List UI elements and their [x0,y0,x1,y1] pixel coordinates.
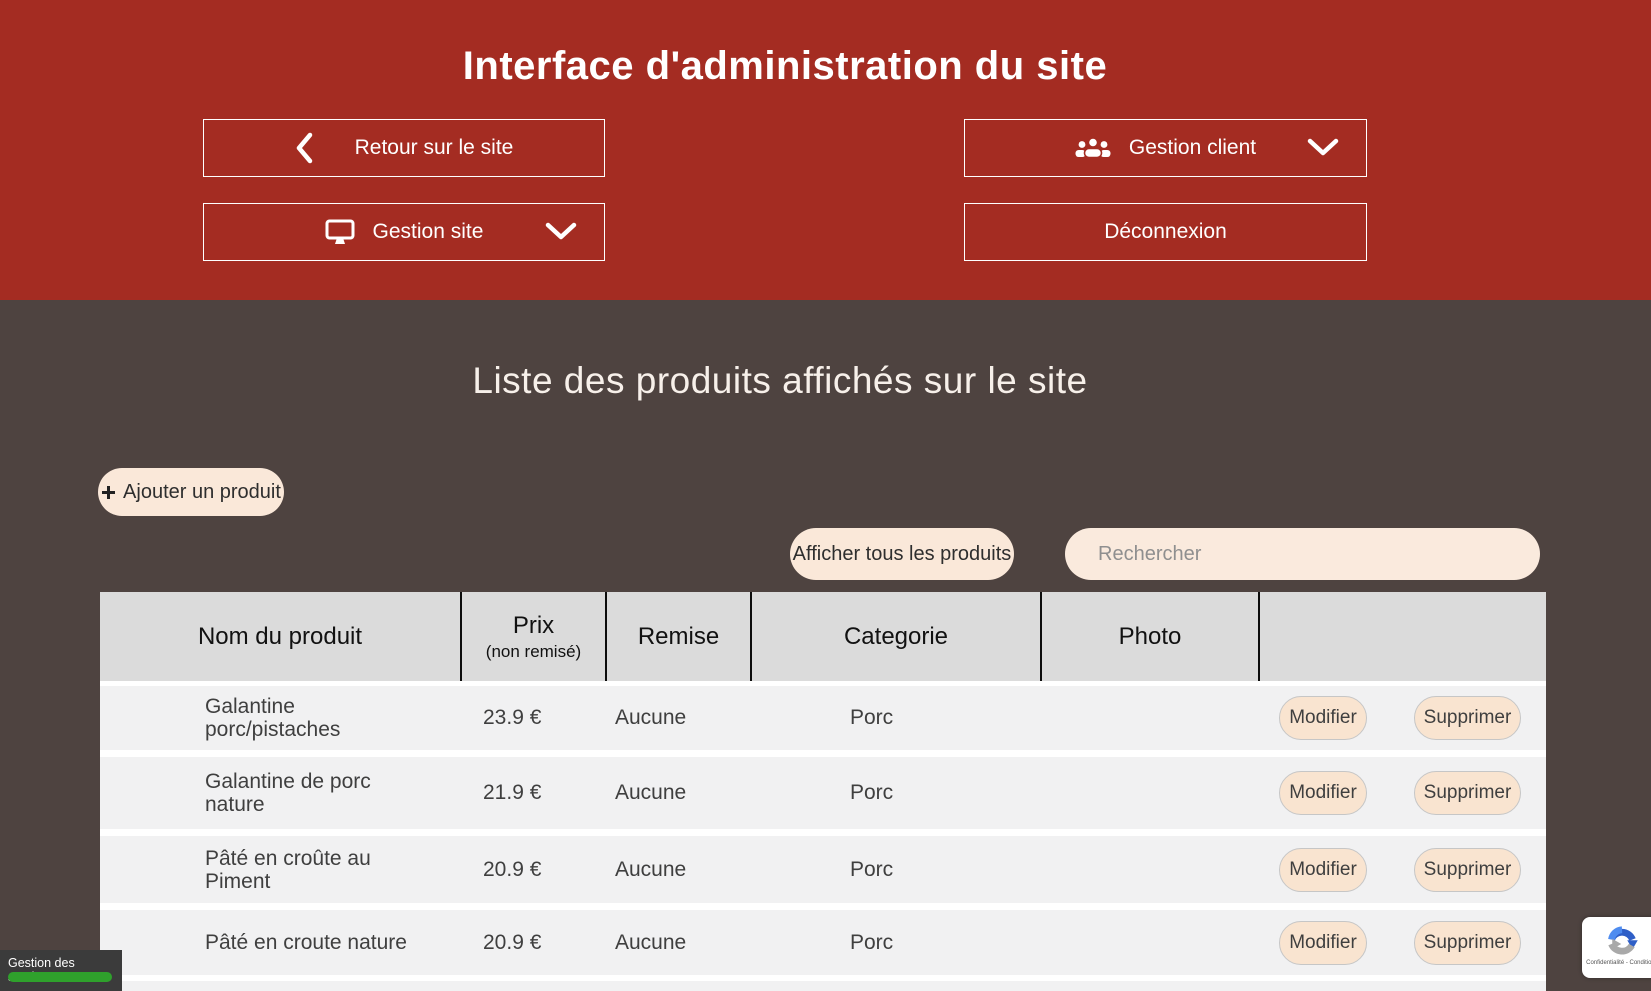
chevron-left-icon [295,132,313,164]
products-section-title: Liste des produits affichés sur le site [0,360,1560,402]
admin-header: Interface d'administration du site Retou… [0,0,1651,300]
product-price: 23.9 € [460,706,605,730]
services-management-badge[interactable]: Gestion des services [0,950,122,991]
table-row: Galantine de porc nature 21.9 € Aucune P… [100,757,1546,829]
column-header-category: Categorie [750,592,1040,681]
product-discount: Aucune [605,858,750,882]
page-title: Interface d'administration du site [0,44,1570,89]
client-management-label: Gestion client [1129,136,1256,160]
add-product-button[interactable]: Ajouter un produit [98,468,284,516]
add-product-label: Ajouter un produit [123,481,281,504]
services-status-bar [8,972,112,982]
logout-label: Déconnexion [1104,220,1227,244]
column-header-actions [1258,592,1546,681]
row-divider [100,750,1546,757]
delete-button[interactable]: Supprimer [1414,921,1521,965]
product-name: Pâté en croûte au Piment [100,847,460,893]
logout-button[interactable]: Déconnexion [964,203,1367,261]
edit-button[interactable]: Modifier [1279,848,1367,892]
recaptcha-icon [1604,923,1640,959]
products-table: Nom du produit Prix (non remisé) Remise … [100,592,1546,991]
column-header-discount: Remise [605,592,750,681]
product-discount: Aucune [605,706,750,730]
monitor-icon [325,219,355,246]
plus-icon [101,485,116,500]
chevron-down-icon [545,222,577,242]
product-name: Pâté en croute nature [100,931,460,954]
chevron-down-icon [1307,138,1339,158]
table-row: Galantine porc/pistaches 23.9 € Aucune P… [100,686,1546,750]
column-header-photo: Photo [1040,592,1258,681]
product-price: 20.9 € [460,858,605,882]
show-all-products-label: Afficher tous les produits [793,543,1012,566]
column-header-price: Prix (non remisé) [460,592,605,681]
table-row: Pâté en croûte au Piment 20.9 € Aucune P… [100,836,1546,903]
table-header-row: Nom du produit Prix (non remisé) Remise … [100,592,1546,681]
product-discount: Aucune [605,781,750,805]
site-management-label: Gestion site [373,220,484,244]
product-price: 21.9 € [460,781,605,805]
back-to-site-button[interactable]: Retour sur le site [203,119,605,177]
delete-button[interactable]: Supprimer [1414,848,1521,892]
edit-button[interactable]: Modifier [1279,921,1367,965]
product-category: Porc [750,858,1040,882]
show-all-products-button[interactable]: Afficher tous les produits [790,528,1014,580]
product-category: Porc [750,781,1040,805]
people-icon [1075,136,1111,160]
product-category: Porc [750,931,1040,955]
column-header-name: Nom du produit [100,592,460,681]
row-divider [100,903,1546,910]
edit-button[interactable]: Modifier [1279,696,1367,740]
product-price: 20.9 € [460,931,605,955]
site-management-button[interactable]: Gestion site [203,203,605,261]
recaptcha-terms-label: Confidentialité - Conditions [1586,960,1651,966]
back-to-site-label: Retour sur le site [355,136,514,160]
product-name: Galantine de porc nature [100,770,460,816]
product-discount: Aucune [605,931,750,955]
row-divider [100,829,1546,836]
delete-button[interactable]: Supprimer [1414,696,1521,740]
product-category: Porc [750,706,1040,730]
edit-button[interactable]: Modifier [1279,771,1367,815]
table-row: Pâté en croute nature 20.9 € Aucune Porc… [100,910,1546,975]
product-name: Galantine porc/pistaches [100,695,460,741]
recaptcha-badge[interactable]: Confidentialité - Conditions [1582,917,1651,978]
column-header-price-sub: (non remisé) [486,642,581,662]
client-management-button[interactable]: Gestion client [964,119,1367,177]
table-row-partial [100,981,1546,991]
delete-button[interactable]: Supprimer [1414,771,1521,815]
search-input[interactable] [1065,528,1540,580]
